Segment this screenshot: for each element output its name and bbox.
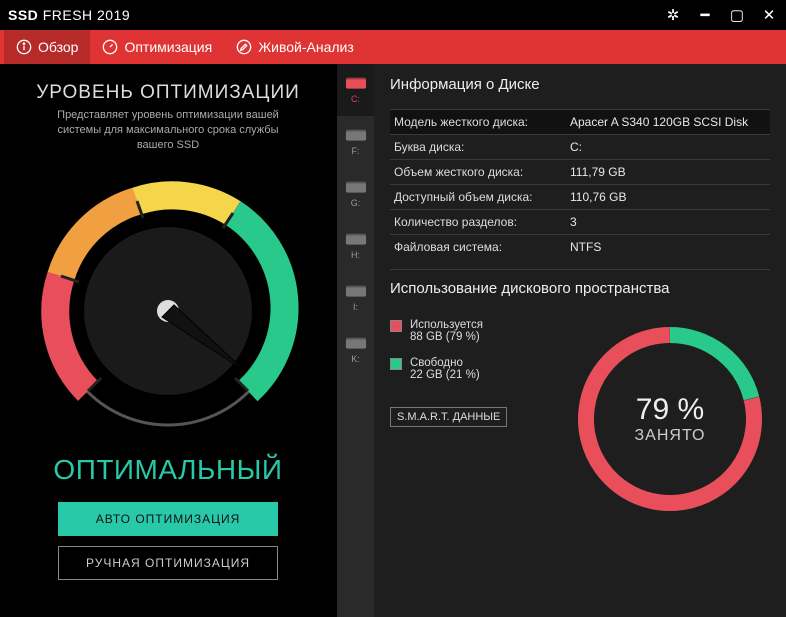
smart-data-button[interactable]: S.M.A.R.T. ДАННЫЕ bbox=[390, 407, 507, 427]
donut-percent: 79 % bbox=[636, 393, 704, 427]
drive-letter: G: bbox=[351, 198, 361, 208]
legend-free-value: 22 GB (21 %) bbox=[410, 369, 480, 381]
drive-item-k[interactable]: K: bbox=[337, 324, 375, 376]
drive-letter: H: bbox=[351, 250, 360, 260]
info-row: Количество разделов:3 bbox=[390, 209, 770, 234]
donut-center: 79 % ЗАНЯТО bbox=[570, 319, 770, 519]
tab-live[interactable]: Живой-Анализ bbox=[224, 30, 366, 64]
drive-icon bbox=[345, 336, 367, 352]
window-controls: ✲ ━ ▢ ✕ bbox=[664, 6, 778, 24]
drive-item-i[interactable]: I: bbox=[337, 272, 375, 324]
tab-live-label: Живой-Анализ bbox=[258, 39, 354, 55]
minimize-button[interactable]: ━ bbox=[696, 6, 714, 24]
app-title-rest: FRESH 2019 bbox=[43, 7, 130, 23]
drive-icon bbox=[345, 180, 367, 196]
drive-icon bbox=[345, 76, 367, 92]
drive-item-g[interactable]: G: bbox=[337, 168, 375, 220]
smart-data-label: S.M.A.R.T. ДАННЫЕ bbox=[397, 411, 500, 423]
usage-section: Используется 88 GB (79 %) Свободно 22 GB… bbox=[390, 319, 770, 519]
info-label: Объем жесткого диска: bbox=[394, 165, 570, 179]
drive-item-f[interactable]: F: bbox=[337, 116, 375, 168]
title-bar: SSD FRESH 2019 ✲ ━ ▢ ✕ bbox=[0, 0, 786, 30]
drive-item-c[interactable]: C: bbox=[337, 64, 375, 116]
legend-used-value: 88 GB (79 %) bbox=[410, 331, 483, 343]
drive-letter: F: bbox=[352, 146, 360, 156]
swatch-used-icon bbox=[390, 320, 402, 332]
drive-rail: C: F: G: H: I: K: bbox=[336, 64, 374, 617]
drive-icon bbox=[345, 128, 367, 144]
main-area: УРОВЕНЬ ОПТИМИЗАЦИИ Представляет уровень… bbox=[0, 64, 786, 617]
optimization-desc: Представляет уровень оптимизации вашей с… bbox=[38, 108, 298, 153]
info-row: Объем жесткого диска:111,79 GB bbox=[390, 159, 770, 184]
info-value: 3 bbox=[570, 215, 766, 229]
app-title-bold: SSD bbox=[8, 7, 38, 23]
close-button[interactable]: ✕ bbox=[760, 6, 778, 24]
info-label: Количество разделов: bbox=[394, 215, 570, 229]
info-row: Доступный объем диска:110,76 GB bbox=[390, 184, 770, 209]
tab-optimize[interactable]: Оптимизация bbox=[90, 30, 224, 64]
optimization-title: УРОВЕНЬ ОПТИМИЗАЦИИ bbox=[36, 82, 300, 104]
info-value: Apacer A S340 120GB SCSI Disk bbox=[570, 115, 766, 129]
info-row: Буква диска:C: bbox=[390, 134, 770, 159]
right-panel: Информация о Диске Модель жесткого диска… bbox=[374, 64, 786, 617]
manual-optimize-button[interactable]: РУЧНАЯ ОПТИМИЗАЦИЯ bbox=[58, 546, 278, 580]
legend-used-label: Используется bbox=[410, 319, 483, 331]
tab-overview-label: Обзор bbox=[38, 39, 78, 55]
info-label: Буква диска: bbox=[394, 140, 570, 154]
legend-free-label: Свободно bbox=[410, 357, 480, 369]
left-panel: УРОВЕНЬ ОПТИМИЗАЦИИ Представляет уровень… bbox=[0, 64, 336, 617]
usage-donut-chart: 79 % ЗАНЯТО bbox=[570, 319, 770, 519]
disk-info-title: Информация о Диске bbox=[390, 76, 770, 99]
divider bbox=[390, 269, 770, 270]
optimization-status: ОПТИМАЛЬНЫЙ bbox=[53, 454, 282, 486]
legend-used: Используется 88 GB (79 %) bbox=[390, 319, 550, 343]
gauge-chart bbox=[33, 171, 303, 436]
settings-icon[interactable]: ✲ bbox=[664, 6, 682, 24]
drive-icon bbox=[345, 284, 367, 300]
gauge-icon bbox=[102, 39, 118, 55]
info-label: Файловая система: bbox=[394, 240, 570, 254]
maximize-button[interactable]: ▢ bbox=[728, 6, 746, 24]
info-value: 110,76 GB bbox=[570, 190, 766, 204]
legend-free: Свободно 22 GB (21 %) bbox=[390, 357, 550, 381]
donut-label: ЗАНЯТО bbox=[635, 427, 706, 445]
info-value: NTFS bbox=[570, 240, 766, 254]
drive-letter: I: bbox=[353, 302, 358, 312]
manual-optimize-label: РУЧНАЯ ОПТИМИЗАЦИЯ bbox=[86, 556, 250, 570]
drive-letter: C: bbox=[351, 94, 360, 104]
swatch-free-icon bbox=[390, 358, 402, 370]
nav-ribbon: Обзор Оптимизация Живой-Анализ bbox=[0, 30, 786, 64]
auto-optimize-button[interactable]: АВТО ОПТИМИЗАЦИЯ bbox=[58, 502, 278, 536]
info-row: Файловая система:NTFS bbox=[390, 234, 770, 259]
drive-item-h[interactable]: H: bbox=[337, 220, 375, 272]
pencil-icon bbox=[236, 39, 252, 55]
info-label: Доступный объем диска: bbox=[394, 190, 570, 204]
drive-icon bbox=[345, 232, 367, 248]
disk-info-table: Модель жесткого диска:Apacer A S340 120G… bbox=[390, 109, 770, 259]
usage-title: Использование дискового пространства bbox=[390, 280, 770, 303]
info-value: C: bbox=[570, 140, 766, 154]
usage-legend: Используется 88 GB (79 %) Свободно 22 GB… bbox=[390, 319, 550, 427]
auto-optimize-label: АВТО ОПТИМИЗАЦИЯ bbox=[96, 512, 241, 526]
tab-overview[interactable]: Обзор bbox=[4, 30, 90, 64]
info-row: Модель жесткого диска:Apacer A S340 120G… bbox=[390, 109, 770, 134]
drive-letter: K: bbox=[351, 354, 360, 364]
info-value: 111,79 GB bbox=[570, 165, 766, 179]
info-label: Модель жесткого диска: bbox=[394, 115, 570, 129]
tab-optimize-label: Оптимизация bbox=[124, 39, 212, 55]
info-icon bbox=[16, 39, 32, 55]
app-title: SSD FRESH 2019 bbox=[8, 7, 130, 23]
